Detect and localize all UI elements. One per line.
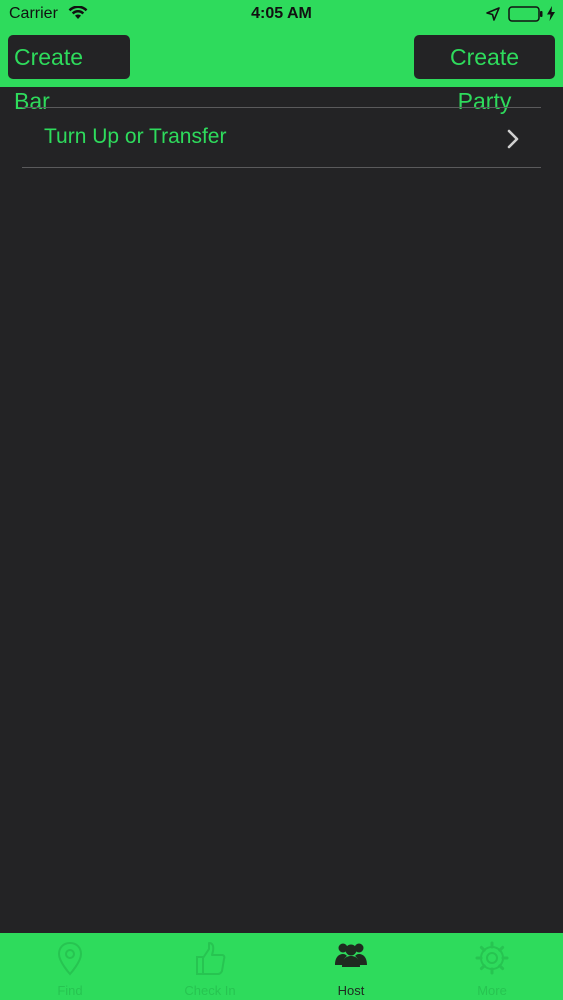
status-time: 4:05 AM (251, 5, 312, 22)
tab-label: More (477, 983, 507, 998)
thumbs-up-icon (193, 941, 227, 982)
screen: Carrier 4:05 AM Create Bar Create Party … (0, 0, 563, 1000)
list-item-label: Turn Up or Transfer (44, 125, 227, 148)
tab-label: Host (337, 983, 365, 998)
status-bar: Carrier 4:05 AM (0, 0, 563, 30)
tab-label: Find (57, 983, 83, 998)
tab-bar: Find Check In Host More (0, 933, 563, 1000)
create-bar-button[interactable]: Create Bar (8, 35, 130, 114)
tab-label: Check In (184, 983, 236, 998)
tab-more[interactable]: More (422, 933, 562, 1000)
tab-check-in[interactable]: Check In (140, 933, 280, 1000)
tab-find[interactable]: Find (0, 933, 140, 1000)
group-icon (333, 941, 369, 974)
list-item-turn-up-or-transfer[interactable]: Turn Up or Transfer (22, 107, 541, 168)
create-party-button[interactable]: Create Party (414, 35, 555, 114)
map-pin-icon (56, 941, 84, 982)
chevron-right-icon (507, 129, 519, 154)
battery-icon (508, 6, 544, 27)
tab-host[interactable]: Host (281, 933, 421, 1000)
header: Carrier 4:05 AM Create Bar Create Party (0, 0, 563, 114)
host-options-list: Turn Up or Transfer (22, 107, 541, 168)
gear-icon (475, 941, 509, 980)
location-arrow-icon (486, 7, 500, 26)
charging-bolt-icon (546, 6, 556, 26)
